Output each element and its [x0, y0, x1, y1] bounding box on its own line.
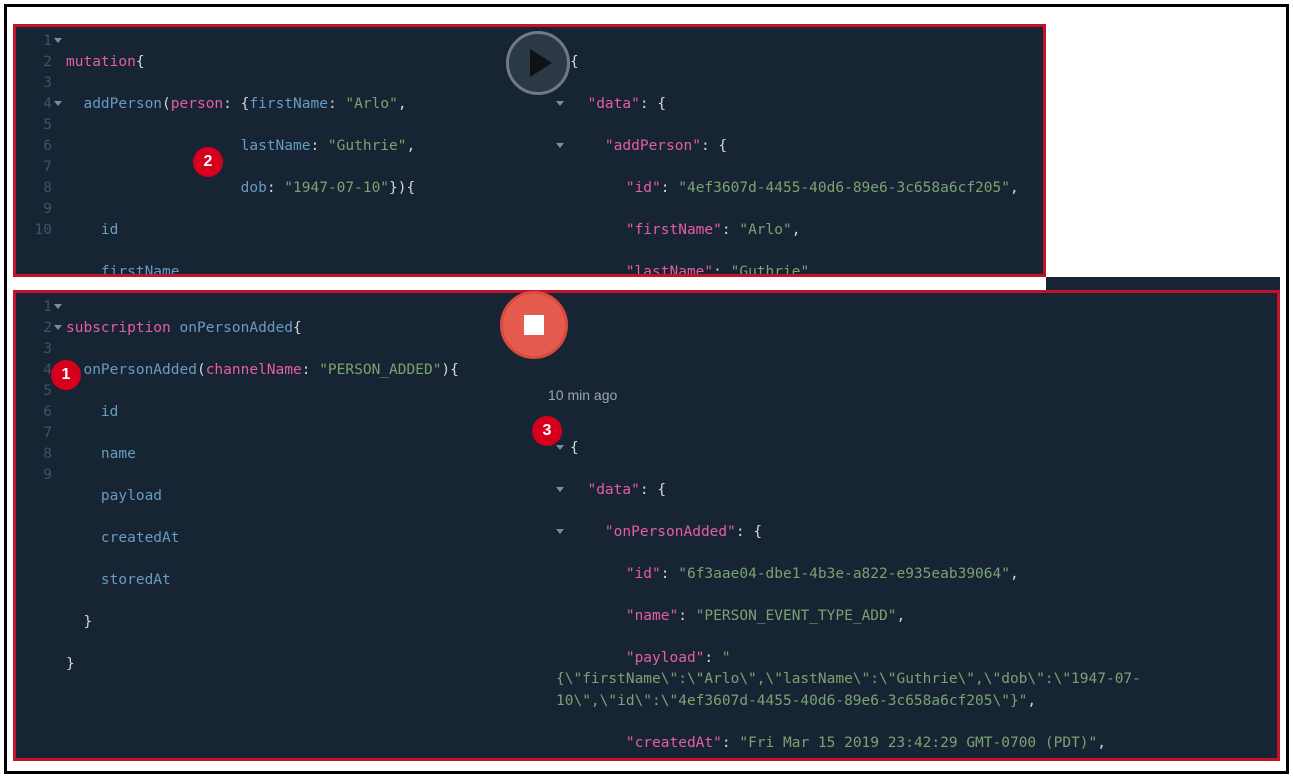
subscription-code[interactable]: subscription onPersonAdded{ onPersonAdde… [66, 297, 536, 717]
stop-icon [524, 315, 544, 335]
event-timestamp: 10 min ago [548, 385, 1277, 405]
filler [1046, 277, 1280, 291]
subscription-panel: 1 2 3 4 5 6 7 8 9 subscription onPersonA… [13, 290, 1280, 761]
annotation-1: 1 [51, 360, 81, 390]
annotation-3: 3 [532, 416, 562, 446]
mutation-editor[interactable]: 1 2 3 4 5 6 7 8 9 10 mutation{ addPerson… [16, 27, 536, 274]
line-gutter: 1 2 3 4 5 6 7 8 9 [16, 297, 54, 486]
line-gutter: 1 2 3 4 5 6 7 8 9 10 [16, 31, 54, 241]
subscription-editor[interactable]: 1 2 3 4 5 6 7 8 9 subscription onPersonA… [16, 293, 536, 758]
subscription-result: 10 min ago { "data": { "onPersonAdded": … [536, 293, 1277, 758]
stop-button[interactable] [500, 291, 568, 359]
annotation-2: 2 [193, 147, 223, 177]
play-icon [530, 49, 552, 77]
execute-button[interactable] [506, 31, 570, 95]
mutation-result: { "data": { "addPerson": { "id": "4ef360… [536, 27, 1043, 274]
mutation-code[interactable]: mutation{ addPerson(person: {firstName: … [66, 31, 536, 274]
app-frame: 1 2 3 4 5 6 7 8 9 10 mutation{ addPerson… [4, 4, 1289, 774]
